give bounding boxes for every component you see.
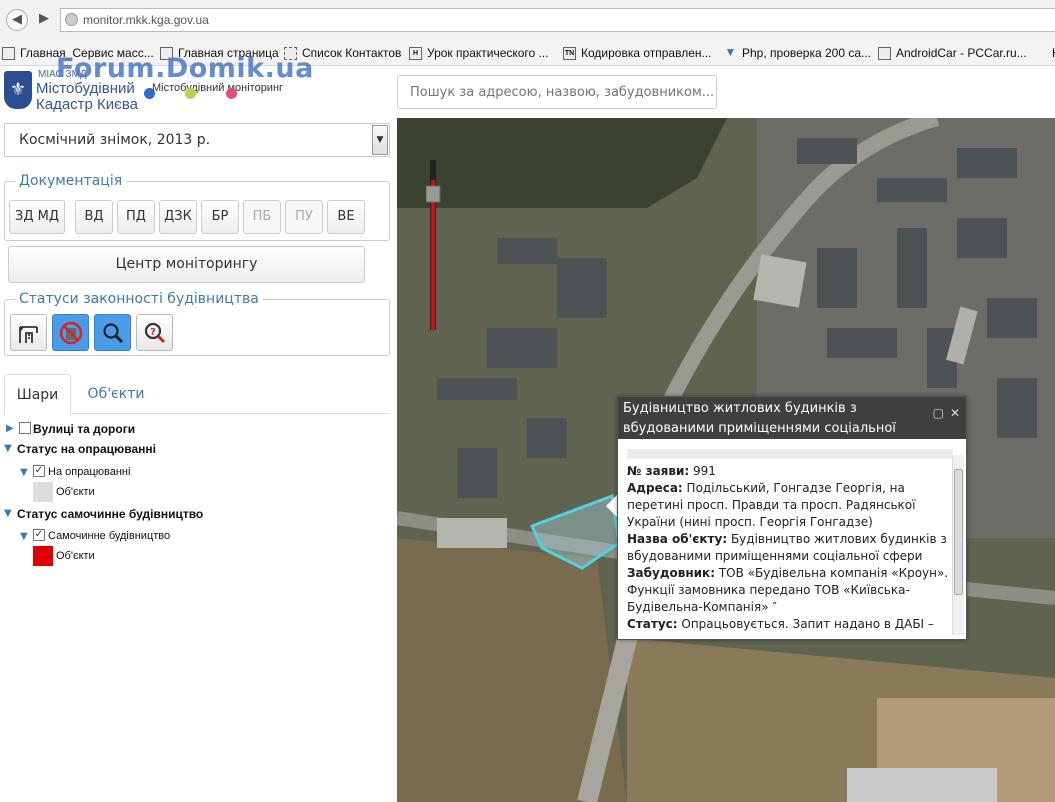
tn-icon: TN	[563, 47, 576, 60]
chevron-down-icon[interactable]: ▼	[4, 443, 12, 454]
doc-button-pu[interactable]: ПУ	[285, 200, 323, 234]
maximize-icon[interactable]: ▢	[933, 403, 944, 423]
bookmark-item[interactable]: H Урок практического ...	[409, 46, 549, 62]
logo-line2: Кадастр Києва	[36, 96, 138, 113]
doc-button-vd[interactable]: ВД	[75, 200, 113, 234]
forward-icon[interactable]: ▶	[33, 9, 55, 31]
popup-content: № заяви: 991 Адреса: Подільський, Гонгад…	[627, 449, 953, 635]
monitoring-center-button[interactable]: Центр моніторингу	[8, 246, 365, 283]
mail-icon	[2, 47, 15, 60]
dot-green-icon	[185, 88, 196, 99]
doc-button-zd-md[interactable]: ЗД МД	[9, 200, 65, 234]
status-button-inspection[interactable]	[94, 314, 131, 351]
chevron-down-icon[interactable]: ▼	[4, 508, 12, 519]
documentation-group: Документація ЗД МД ВД ПД ДЗК БР ПБ ПУ ВЕ	[4, 173, 390, 241]
doc-button-pb[interactable]: ПБ	[243, 200, 281, 234]
field-object-name: Назва об'єкту: Будівництво житлових буди…	[627, 532, 947, 563]
dot-pink-icon	[226, 88, 237, 99]
unauthorized-legend-swatch	[33, 546, 53, 566]
layer-roads-label: Вулиці та дороги	[33, 422, 136, 436]
no-building-icon	[59, 321, 83, 345]
popup-scrollbar[interactable]	[952, 455, 964, 635]
status-button-permitted[interactable]	[10, 314, 47, 351]
panel-tabs: Шари Об'єкти	[4, 374, 390, 415]
chevron-down-icon[interactable]: ▼	[372, 125, 388, 155]
popup-content-spacer	[627, 449, 953, 459]
field-address: Адреса: Подільський, Гонгадзе Георгія, н…	[627, 481, 916, 529]
documentation-legend: Документація	[15, 173, 127, 189]
tab-layers[interactable]: Шари	[4, 374, 71, 415]
search-input[interactable]	[397, 75, 717, 109]
legality-status-legend: Статуси законності будівництва	[15, 291, 263, 307]
legality-status-group: Статуси законності будівництва ?	[4, 291, 390, 356]
roads-checkbox[interactable]	[19, 422, 31, 434]
crane-icon	[19, 326, 38, 343]
unauthorized-objects-label: Об'єкти	[56, 550, 95, 562]
processing-legend-swatch	[33, 482, 53, 502]
layer-processing-item-label: На опрацюванні	[48, 466, 131, 478]
magnifier-icon	[103, 323, 124, 344]
field-status: Статус: Опрацьовується. Запит надано в Д…	[627, 617, 934, 635]
html-icon: H	[409, 47, 422, 60]
kyiv-coat-of-arms-icon: ⚜	[4, 71, 32, 109]
chevron-down-icon[interactable]: ▼	[20, 467, 28, 478]
browser-address-bar: ◀ ▶ monitor.mkk.kga.gov.ua	[0, 0, 1055, 40]
doc-button-dzk[interactable]: ДЗК	[159, 200, 197, 234]
bookmark-item[interactable]: AndroidCar - PCCar.ru...	[878, 46, 1027, 62]
url-text: monitor.mkk.kga.gov.ua	[83, 13, 209, 27]
layer-status-processing-label: Статус на опрацюванні	[17, 442, 156, 456]
field-developer: Забудовник: ТОВ «Будівельна компанія «Кр…	[627, 566, 949, 614]
svg-text:?: ?	[150, 327, 156, 338]
popup-header: Будівництво житлових будинків з вбудован…	[618, 397, 966, 456]
field-application-number: № заяви: 991	[627, 464, 716, 478]
layer-unauthorized-item-label: Самочинне будівництво	[48, 530, 171, 542]
object-info-popup: Будівництво житлових будинків з вбудован…	[617, 396, 967, 640]
doc-button-pd[interactable]: ПД	[117, 200, 155, 234]
site-header: ⚜ МІАС ЗМД Містобудівний Кадастр Києва М…	[0, 53, 1055, 118]
basemap-select-value: Космічний знімок, 2013 р.	[19, 132, 211, 148]
chevron-down-icon[interactable]: ▼	[20, 531, 28, 542]
doc-button-ve[interactable]: ВЕ	[327, 200, 365, 234]
chevron-right-icon[interactable]: ▶	[6, 423, 14, 434]
close-icon[interactable]: ✕	[950, 403, 960, 423]
tab-objects[interactable]: Об'єкти	[76, 374, 156, 414]
doc-button-br[interactable]: БР	[201, 200, 239, 234]
bookmark-item[interactable]: H	[1034, 46, 1055, 62]
status-button-unknown[interactable]: ?	[136, 314, 173, 351]
popup-title: Будівництво житлових будинків з вбудован…	[623, 401, 896, 456]
left-panel: Космічний знімок, 2013 р. ▼ Документація…	[0, 118, 397, 802]
status-button-unauthorized[interactable]	[52, 314, 89, 351]
unauthorized-checkbox[interactable]: ✓	[33, 529, 45, 541]
zoom-slider[interactable]	[425, 160, 442, 330]
question-magnifier-icon: ?	[144, 322, 166, 344]
back-icon[interactable]: ◀	[6, 9, 28, 31]
car-icon	[878, 47, 891, 60]
layer-status-unauthorized-label: Статус самочинне будівництво	[17, 507, 204, 521]
bookmark-item[interactable]: ▼ Php, проверка 200 са...	[724, 46, 871, 62]
processing-objects-label: Об'єкти	[56, 486, 95, 498]
basemap-select[interactable]: Космічний знімок, 2013 р. ▼	[4, 123, 390, 157]
scrollbar-thumb[interactable]	[954, 469, 963, 595]
arrow-favicon-icon: ▼	[724, 45, 737, 59]
url-input[interactable]: monitor.mkk.kga.gov.ua	[60, 8, 1055, 32]
zoom-track-icon	[425, 160, 441, 330]
bookmark-item[interactable]: TN Кодировка отправлен...	[563, 46, 712, 62]
processing-checkbox[interactable]: ✓	[33, 465, 45, 477]
globe-icon	[65, 13, 78, 26]
watermark: Forum.Domik.ua	[56, 53, 314, 84]
